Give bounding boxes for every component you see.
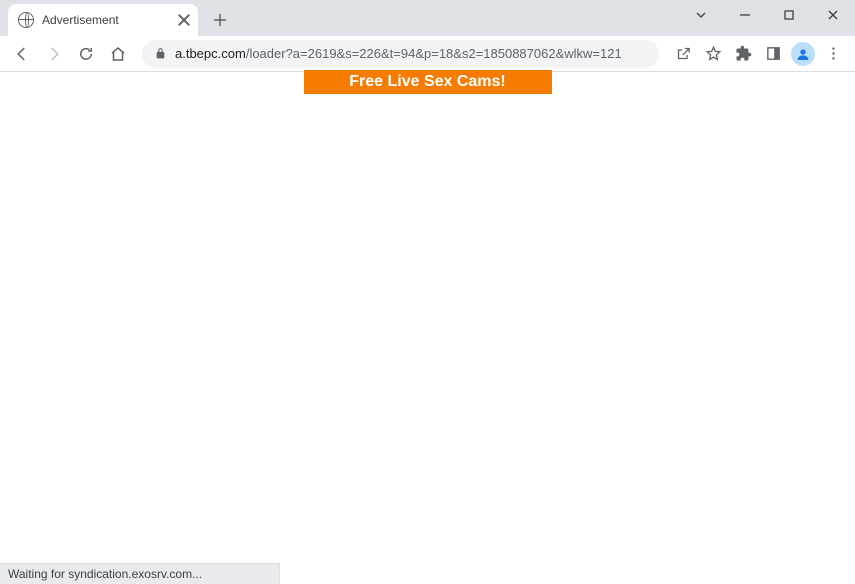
url-path: /loader?a=2619&s=226&t=94&p=18&s2=185088…	[246, 46, 622, 61]
page-content: Free Live Sex Cams!	[0, 72, 855, 584]
globe-icon	[18, 12, 34, 28]
chevron-down-icon[interactable]	[679, 0, 723, 30]
close-tab-button[interactable]	[176, 12, 192, 28]
ad-banner[interactable]: Free Live Sex Cams!	[304, 70, 552, 94]
tab-title: Advertisement	[42, 13, 176, 27]
back-button[interactable]	[8, 40, 36, 68]
browser-tab[interactable]: Advertisement	[8, 4, 198, 36]
avatar	[791, 42, 815, 66]
home-button[interactable]	[104, 40, 132, 68]
lock-icon	[154, 47, 167, 60]
profile-button[interactable]	[789, 40, 817, 68]
extensions-icon[interactable]	[729, 40, 757, 68]
window-controls	[679, 0, 855, 30]
url-text: a.tbepc.com/loader?a=2619&s=226&t=94&p=1…	[175, 46, 622, 61]
toolbar-right	[669, 40, 847, 68]
forward-button[interactable]	[40, 40, 68, 68]
browser-toolbar: a.tbepc.com/loader?a=2619&s=226&t=94&p=1…	[0, 36, 855, 72]
close-window-button[interactable]	[811, 0, 855, 30]
share-icon[interactable]	[669, 40, 697, 68]
status-bar: Waiting for syndication.exosrv.com...	[0, 563, 280, 584]
minimize-button[interactable]	[723, 0, 767, 30]
new-tab-button[interactable]	[206, 6, 234, 34]
address-bar[interactable]: a.tbepc.com/loader?a=2619&s=226&t=94&p=1…	[142, 40, 659, 68]
browser-titlebar: Advertisement	[0, 0, 855, 36]
url-domain: a.tbepc.com	[175, 46, 246, 61]
sidepanel-icon[interactable]	[759, 40, 787, 68]
bookmark-star-icon[interactable]	[699, 40, 727, 68]
maximize-button[interactable]	[767, 0, 811, 30]
reload-button[interactable]	[72, 40, 100, 68]
menu-button[interactable]	[819, 40, 847, 68]
